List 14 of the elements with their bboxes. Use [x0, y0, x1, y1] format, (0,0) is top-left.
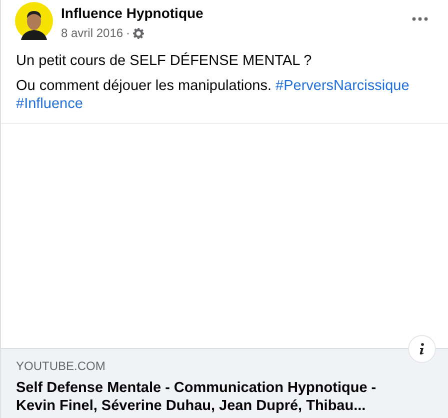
hashtag-link[interactable]: #Influence	[16, 96, 83, 112]
separator-dot: ·	[126, 25, 130, 41]
post-date[interactable]: 8 avril 2016	[61, 25, 124, 41]
gear-icon	[133, 28, 144, 38]
link-title[interactable]: Self Defense Mentale - Communication Hypnotique - Kevin Finel, Séverine Duhau, Jean Dupré, Thibau...	[16, 379, 396, 415]
more-options-icon[interactable]	[412, 17, 428, 21]
info-icon	[419, 343, 425, 355]
post-text: Un petit cours de SELF DÉFENSE MENTAL ?	[16, 53, 312, 69]
hashtag-link[interactable]: #PerversNarcissique	[276, 78, 410, 94]
link-preview[interactable]: YOUTUBE.COM Self Defense Mentale - Communication Hypnotique - Kevin Finel, Séverine Duhau, Jean Dupré, Thibau...	[1, 348, 448, 418]
avatar[interactable]	[15, 2, 53, 40]
link-domain: YOUTUBE.COM	[16, 358, 106, 374]
post-text: Ou comment déjouer les manipulations.	[16, 78, 272, 94]
author-name[interactable]: Influence Hypnotique	[61, 4, 412, 22]
